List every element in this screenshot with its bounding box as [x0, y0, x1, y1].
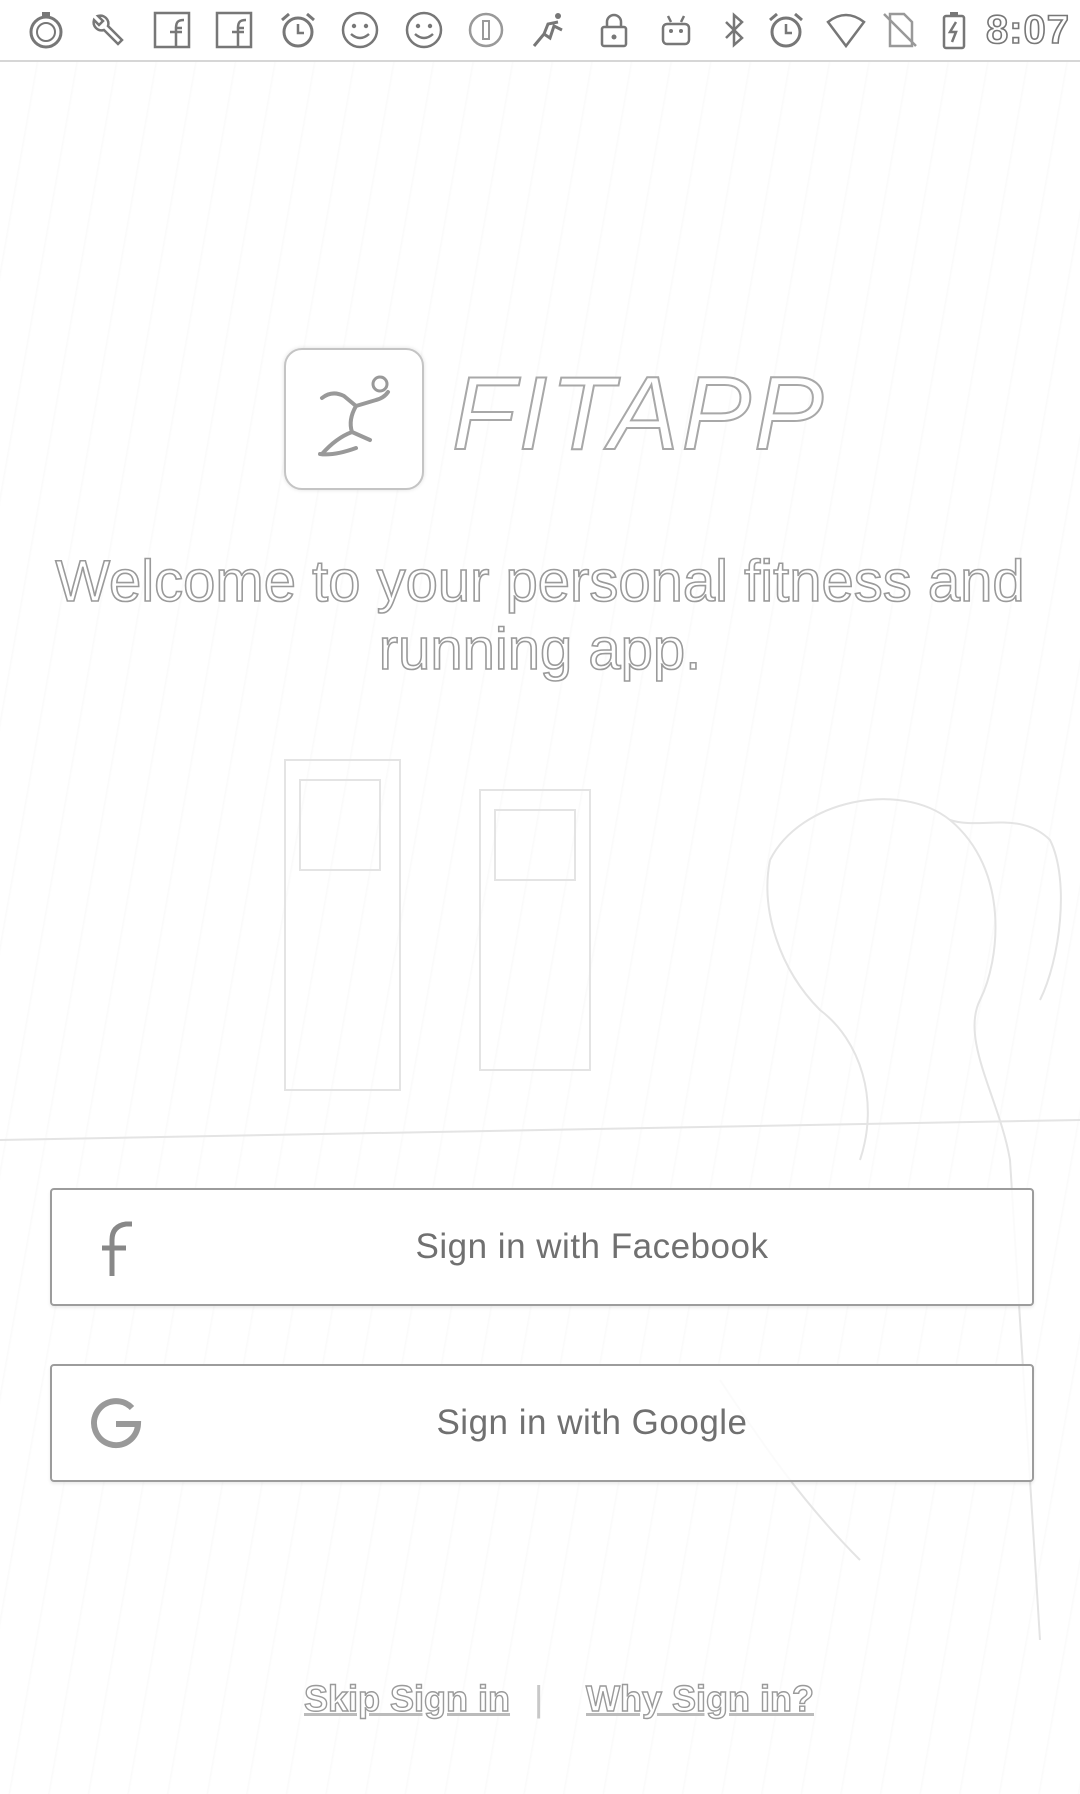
no-sim-icon: [880, 10, 920, 50]
status-bar: 8:07: [0, 0, 1080, 62]
app-logo: FITAPP: [284, 348, 824, 490]
smiley-icon: [404, 10, 444, 50]
skip-signin-link[interactable]: Skip Sign in: [303, 1677, 510, 1720]
logo-text: FITAPP: [451, 355, 827, 473]
bluetooth-icon: [714, 10, 754, 50]
runner-logo-icon: [284, 348, 424, 490]
wrench-icon: [86, 10, 126, 50]
android-icon: [656, 10, 696, 50]
facebook-icon: [152, 10, 192, 50]
battery-charging-icon: [934, 10, 974, 50]
facebook-signin-label: Sign in with Facebook: [415, 1227, 769, 1266]
smiley-icon: [340, 10, 380, 50]
alarm-icon: [278, 10, 318, 50]
runner-icon: [528, 10, 568, 50]
circle-info-icon: [466, 10, 506, 50]
why-signin-link[interactable]: Why Sign in?: [585, 1677, 814, 1720]
status-time: 8:07: [985, 7, 1070, 53]
footer-separator: |: [534, 1678, 544, 1719]
facebook-signin-button[interactable]: Sign in with Facebook: [50, 1188, 1034, 1306]
footer-links: Skip Sign in | Why Sign in?: [0, 1677, 1080, 1728]
wifi-icon: [826, 10, 866, 50]
google-signin-button[interactable]: Sign in with Google: [50, 1364, 1034, 1482]
stopwatch-icon: [26, 10, 66, 50]
facebook-icon: [214, 10, 254, 50]
lock-icon: [594, 10, 634, 50]
google-signin-label: Sign in with Google: [436, 1403, 748, 1442]
alarm-icon: [766, 10, 806, 50]
welcome-text: Welcome to your personal fitness and run…: [55, 548, 1026, 683]
